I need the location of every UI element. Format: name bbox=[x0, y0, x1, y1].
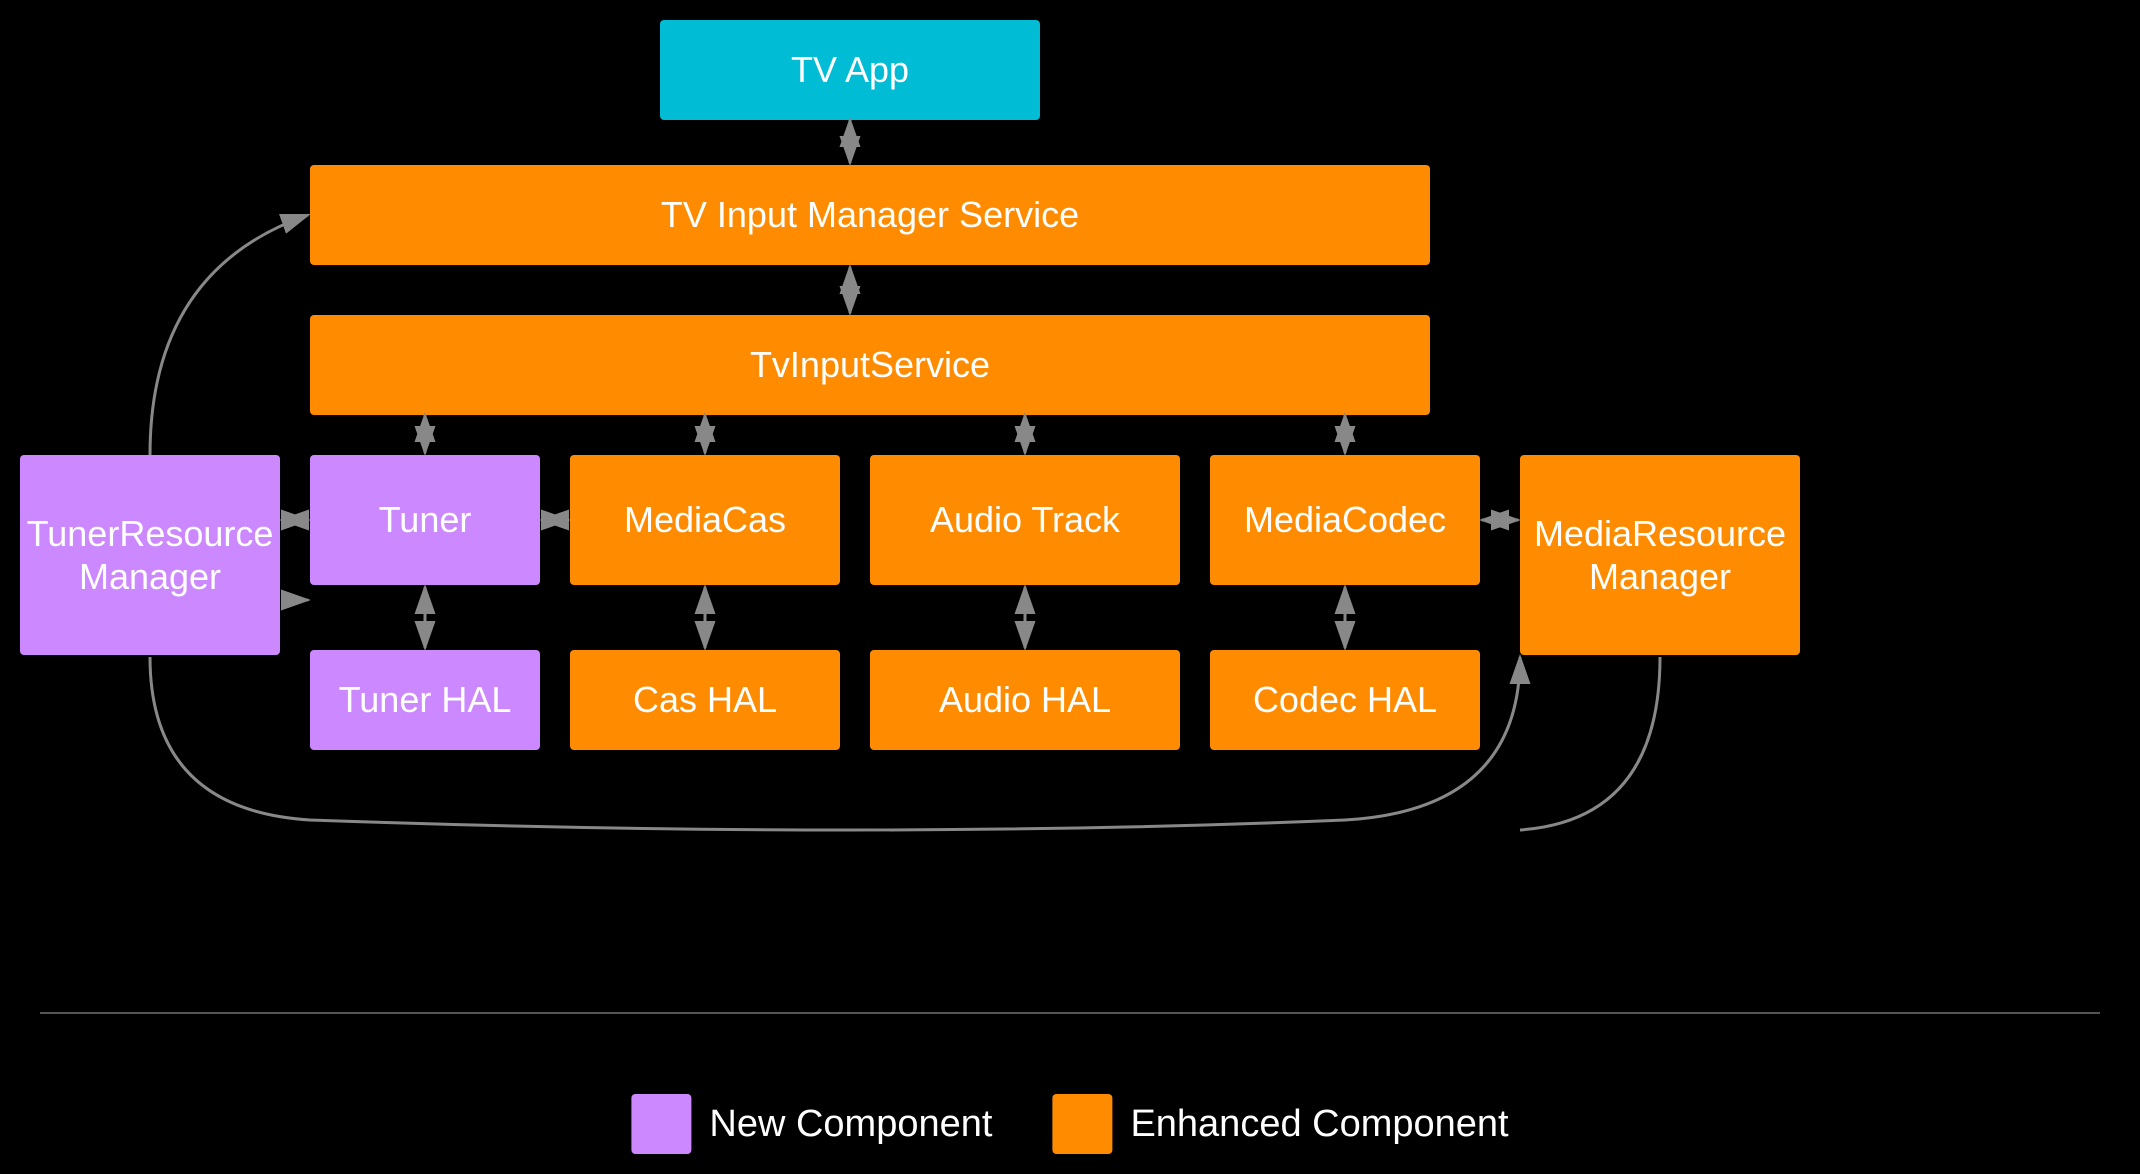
legend-enhanced-component: Enhanced Component bbox=[1052, 1094, 1508, 1154]
legend-new-component-label: New Component bbox=[709, 1103, 992, 1146]
tv-app-box: TV App bbox=[660, 20, 1040, 120]
media-cas-box: MediaCas bbox=[570, 455, 840, 585]
legend-orange-box bbox=[1052, 1094, 1112, 1154]
legend-new-component: New Component bbox=[631, 1094, 992, 1154]
legend: New Component Enhanced Component bbox=[631, 1094, 1508, 1154]
legend-enhanced-component-label: Enhanced Component bbox=[1130, 1103, 1508, 1146]
diagram-container: TV App TV Input Manager Service TvInputS… bbox=[0, 0, 2140, 1174]
tuner-box: Tuner bbox=[310, 455, 540, 585]
audio-hal-box: Audio HAL bbox=[870, 650, 1180, 750]
cas-hal-box: Cas HAL bbox=[570, 650, 840, 750]
audio-track-box: Audio Track bbox=[870, 455, 1180, 585]
tuner-resource-manager-box: TunerResource Manager bbox=[20, 455, 280, 655]
tuner-hal-box: Tuner HAL bbox=[310, 650, 540, 750]
tv-input-service-box: TvInputService bbox=[310, 315, 1430, 415]
legend-divider bbox=[40, 1012, 2100, 1014]
tv-input-manager-box: TV Input Manager Service bbox=[310, 165, 1430, 265]
codec-hal-box: Codec HAL bbox=[1210, 650, 1480, 750]
media-codec-box: MediaCodec bbox=[1210, 455, 1480, 585]
legend-purple-box bbox=[631, 1094, 691, 1154]
media-resource-manager-box: MediaResource Manager bbox=[1520, 455, 1800, 655]
